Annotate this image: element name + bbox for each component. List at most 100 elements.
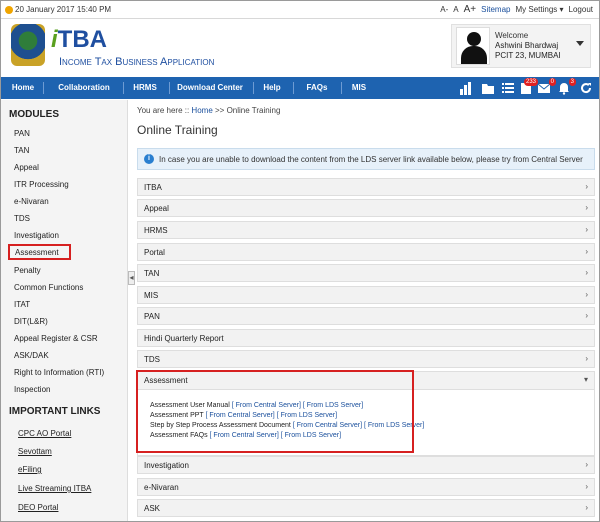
sidebar-item-dit-lr[interactable]: DIT(L&R) <box>14 317 48 326</box>
sitemap-link[interactable]: Sitemap <box>481 5 510 14</box>
bar-chart-icon[interactable] <box>459 81 473 95</box>
info-banner: i In case you are unable to download the… <box>137 148 595 170</box>
folder-icon[interactable] <box>481 81 495 95</box>
accordion-label: Appeal <box>144 204 169 213</box>
accordion-hindi-quarterly-report[interactable]: Hindi Quarterly Report <box>137 329 595 347</box>
top-strip: 20 January 2017 15:40 PM A- A A+ Sitemap… <box>1 1 599 19</box>
info-text: In case you are unable to download the c… <box>159 155 583 164</box>
user-menu[interactable]: Welcome Ashwini Bhardwaj PCIT 23, MUMBAI <box>451 24 591 68</box>
info-icon: i <box>144 154 154 164</box>
accordion-pan[interactable]: PAN › <box>137 307 595 325</box>
accordion-tds[interactable]: TDS › <box>137 350 595 368</box>
chevron-down-icon[interactable] <box>576 41 584 46</box>
sidebar-item-investigation[interactable]: Investigation <box>14 231 59 240</box>
accordion-label: TAN <box>144 269 160 278</box>
sidebar-collapse-handle[interactable]: ◂ <box>128 271 135 285</box>
my-settings-label: My Settings <box>515 5 558 14</box>
logout-link[interactable]: Logout <box>569 5 593 14</box>
font-decrease-button[interactable]: A- <box>440 5 448 14</box>
task-icon[interactable]: 233 <box>519 78 538 95</box>
sidebar-item-common-functions[interactable]: Common Functions <box>14 283 83 292</box>
accordion-hrms[interactable]: HRMS › <box>137 221 595 239</box>
user-name: Ashwini Bhardwaj <box>495 41 559 50</box>
link-deo-portal[interactable]: DEO Portal <box>18 503 58 512</box>
important-links-heading: IMPORTANT LINKS <box>9 406 101 417</box>
mail-badge: 0 <box>548 78 556 86</box>
list-icon[interactable] <box>501 81 515 95</box>
nav-divider <box>43 82 44 94</box>
breadcrumb-home[interactable]: Home <box>191 106 212 115</box>
modules-heading: MODULES <box>9 109 59 120</box>
mail-icon[interactable]: 0 <box>537 78 556 95</box>
sidebar-item-tan[interactable]: TAN <box>14 146 29 155</box>
sidebar: MODULES PAN TAN Appeal ITR Processing e-… <box>1 100 128 521</box>
nav-divider <box>253 82 254 94</box>
bell-badge: 3 <box>568 78 576 86</box>
clock-icon <box>5 5 13 14</box>
refresh-icon[interactable] <box>579 81 593 95</box>
link-sevottam[interactable]: Sevottam <box>18 447 52 456</box>
accordion-label: TDS <box>144 355 160 364</box>
sidebar-item-appeal[interactable]: Appeal <box>14 163 39 172</box>
nav-download-center[interactable]: Download Center <box>173 77 247 99</box>
breadcrumb-separator: >> <box>215 106 225 115</box>
bell-icon[interactable]: 3 <box>557 78 576 95</box>
my-settings-menu[interactable]: My Settings ▾ <box>515 5 563 14</box>
accordion-itba[interactable]: ITBA › <box>137 178 595 196</box>
nav-faqs[interactable]: FAQs <box>299 77 335 99</box>
main-nav: Home Collaboration HRMS Download Center … <box>1 77 599 99</box>
datetime-text: 20 January 2017 15:40 PM <box>15 5 112 14</box>
nav-hrms[interactable]: HRMS <box>127 77 163 99</box>
sidebar-item-ask-dak[interactable]: ASK/DAK <box>14 351 49 360</box>
link-cpc-ao-portal[interactable]: CPC AO Portal <box>18 429 71 438</box>
accordion-investigation[interactable]: Investigation › <box>137 456 595 474</box>
nav-divider <box>169 82 170 94</box>
main-content: You are here :: Home >> Online Training … <box>137 100 599 521</box>
chevron-right-icon: › <box>585 182 588 191</box>
breadcrumb: You are here :: Home >> Online Training <box>137 106 280 115</box>
caret-down-icon: ▾ <box>583 375 588 384</box>
accordion-e-nivaran[interactable]: e-Nivaran › <box>137 478 595 496</box>
chevron-right-icon: › <box>585 354 588 363</box>
nav-mis[interactable]: MIS <box>345 77 373 99</box>
sidebar-item-itat[interactable]: ITAT <box>14 300 30 309</box>
sidebar-item-rti[interactable]: Right to Information (RTI) <box>14 368 104 377</box>
sidebar-item-assessment[interactable]: Assessment <box>8 244 71 260</box>
sidebar-item-e-nivaran[interactable]: e-Nivaran <box>14 197 49 206</box>
accordion-ask[interactable]: ASK › <box>137 499 595 517</box>
nav-home[interactable]: Home <box>5 77 41 99</box>
nav-divider <box>293 82 294 94</box>
avatar <box>456 27 490 65</box>
accordion-label: MIS <box>144 291 159 300</box>
avatar-body <box>461 46 487 64</box>
chevron-right-icon: › <box>585 460 588 469</box>
brand-logo-i: i <box>51 26 58 53</box>
nav-collaboration[interactable]: Collaboration <box>49 77 119 99</box>
sidebar-item-tds[interactable]: TDS <box>14 214 30 223</box>
sidebar-item-inspection[interactable]: Inspection <box>14 385 50 394</box>
link-efiling[interactable]: eFiling <box>18 465 42 474</box>
accordion-portal[interactable]: Portal › <box>137 243 595 261</box>
sidebar-item-pan[interactable]: PAN <box>14 129 30 138</box>
accordion-appeal[interactable]: Appeal › <box>137 199 595 217</box>
accordion-mis[interactable]: MIS › <box>137 286 595 304</box>
highlight-box <box>136 370 414 453</box>
chevron-right-icon: › <box>585 503 588 512</box>
breadcrumb-current: Online Training <box>226 106 281 115</box>
accordion-label: ITBA <box>144 183 162 192</box>
font-increase-button[interactable]: A+ <box>464 4 477 15</box>
nav-help[interactable]: Help <box>257 77 287 99</box>
department-emblem-logo <box>11 24 45 66</box>
task-badge: 233 <box>523 78 538 86</box>
accordion-label: e-Nivaran <box>144 483 179 492</box>
sidebar-item-itr-processing[interactable]: ITR Processing <box>14 180 69 189</box>
link-live-streaming-itba[interactable]: Live Streaming ITBA <box>18 484 91 493</box>
accordion-tan[interactable]: TAN › <box>137 264 595 282</box>
sidebar-item-appeal-register-csr[interactable]: Appeal Register & CSR <box>14 334 98 343</box>
accordion-label: Hindi Quarterly Report <box>144 334 224 343</box>
sidebar-item-penalty[interactable]: Penalty <box>14 266 41 275</box>
chevron-right-icon: › <box>585 203 588 212</box>
brand-logo-itba: TBA <box>57 26 107 53</box>
chevron-right-icon: › <box>585 225 588 234</box>
font-normal-button[interactable]: A <box>453 5 458 14</box>
